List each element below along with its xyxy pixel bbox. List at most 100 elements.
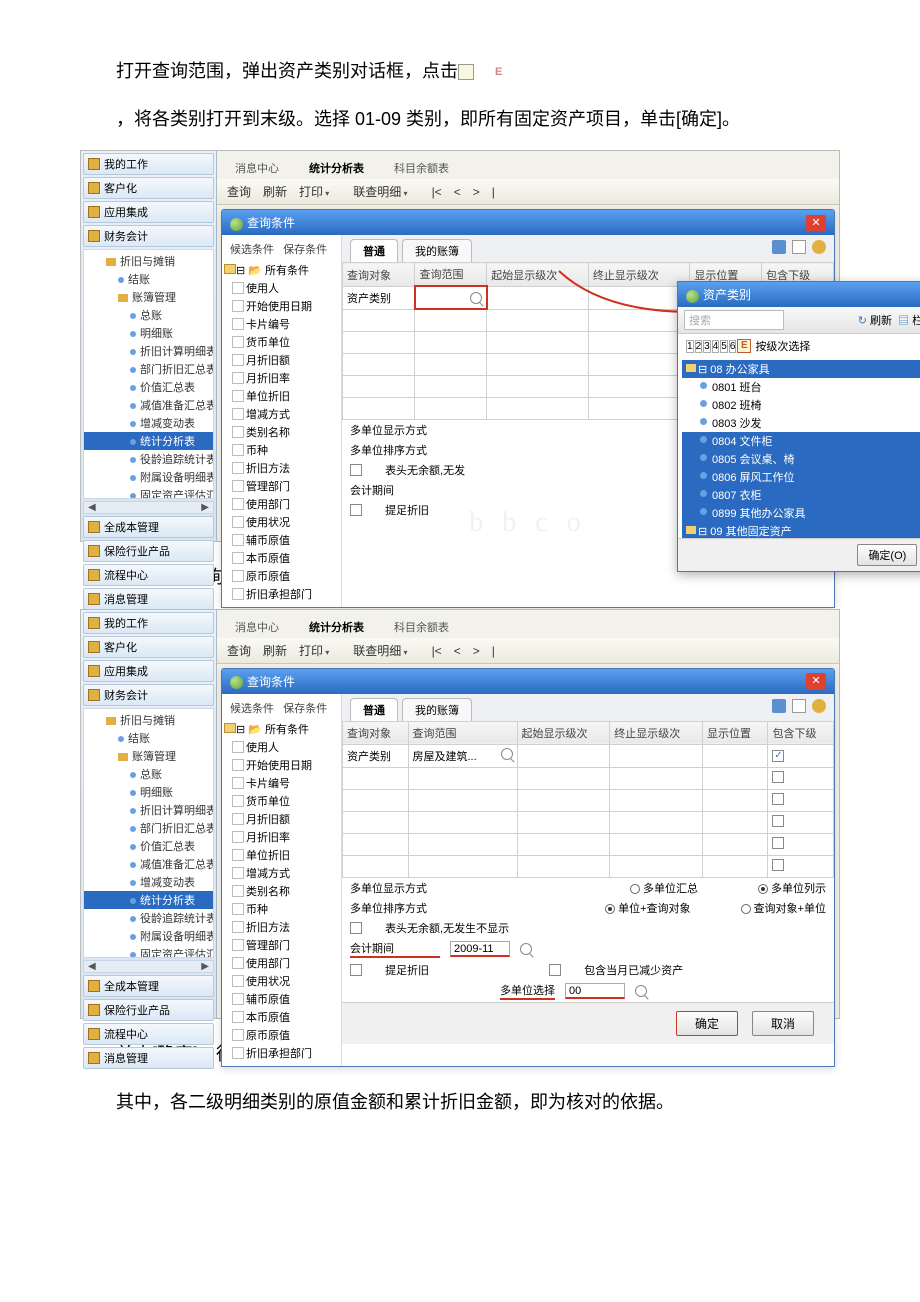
nav-item[interactable]: 增减变动表 [84,414,213,432]
main-tab[interactable]: 科目余额表 [386,157,457,179]
nav-item[interactable]: 减值准备汇总表 [84,396,213,414]
close-icon[interactable]: ✕ [806,215,826,231]
cond-item[interactable]: 类别名称 [224,423,339,441]
cat-tree-item[interactable]: 0806 屏风工作位 [682,468,920,486]
toolbar-item[interactable]: > [473,644,480,658]
nav-item[interactable]: 明细账 [84,783,213,801]
level-selector[interactable]: 123456 E 按级次选择 [678,334,920,358]
main-toolbar[interactable]: 查询刷新打印 ▾联查明细 ▾|<<>| [217,638,839,664]
cond-item[interactable]: 开始使用日期 [224,297,339,315]
toolbar-item[interactable]: 查询 [227,644,251,658]
cat-tree-item[interactable]: 0802 班椅 [682,396,920,414]
rail-section[interactable]: 保险行业产品 [83,999,214,1021]
rail-section[interactable]: 应用集成 [83,660,214,682]
cond-item[interactable]: 增减方式 [224,864,339,882]
nav-tree[interactable]: 折旧与摊销结账账簿管理总账明细账折旧计算明细表部门折旧汇总表价值汇总表减值准备汇… [83,708,214,958]
cond-item[interactable]: 使用状况 [224,972,339,990]
new-icon[interactable] [792,699,806,713]
level-num-button[interactable]: 4 [712,340,720,353]
refresh-button[interactable]: 刷新 [870,315,892,327]
nav-item[interactable]: 役龄追踪统计表 [84,450,213,468]
deprec-checkbox[interactable] [350,964,362,976]
rail-section[interactable]: 全成本管理 [83,975,214,997]
multi-unit-input[interactable]: 00 [565,983,625,999]
toolbar-item[interactable]: 打印 ▾ [299,185,341,199]
cond-item[interactable]: 月折旧率 [224,369,339,387]
toolbar-item[interactable]: | [492,185,495,199]
sub-tab[interactable]: 我的账簿 [402,698,472,721]
sub-tab[interactable]: 我的账簿 [402,239,472,262]
ok-button[interactable]: 确定 [676,1011,738,1036]
rail-section[interactable]: 全成本管理 [83,516,214,538]
row-chk[interactable] [772,815,784,827]
cond-item[interactable]: 管理部门 [224,936,339,954]
main-tab[interactable]: 科目余额表 [386,616,457,638]
nav-item[interactable]: 账簿管理 [84,747,213,765]
nav-item[interactable]: 价值汇总表 [84,837,213,855]
row-asset-category-range[interactable] [415,286,487,309]
cond-item[interactable]: 使用部门 [224,954,339,972]
nav-item[interactable]: 固定资产评估汇... [84,945,213,958]
cond-item[interactable]: 使用状况 [224,513,339,531]
cond-item[interactable]: 折旧方法 [224,459,339,477]
radio-sum[interactable] [630,884,640,894]
main-tab[interactable]: 消息中心 [227,157,287,179]
nav-item[interactable]: 总账 [84,306,213,324]
level-num-button[interactable]: 5 [720,340,728,353]
user-icon[interactable] [812,699,826,713]
rail-section[interactable]: 流程中心 [83,564,214,586]
toolbar-item[interactable]: |< [432,185,442,199]
cat-tree-item[interactable]: 0807 衣柜 [682,486,920,504]
toolbar-item[interactable]: 刷新 [263,185,287,199]
cond-item[interactable]: 增减方式 [224,405,339,423]
nav-scroll[interactable]: ◀▶ [83,501,214,514]
cat-tree-item[interactable]: 0804 文件柜 [682,432,920,450]
level-num-button[interactable]: 3 [703,340,711,353]
cond-item[interactable]: 开始使用日期 [224,756,339,774]
nav-item[interactable]: 部门折旧汇总表 [84,360,213,378]
period-input[interactable]: 2009-11 [450,941,510,957]
close-icon[interactable]: ✕ [806,673,826,689]
no-balance-checkbox[interactable] [350,922,362,934]
cond-item[interactable]: 单位折旧 [224,846,339,864]
cat-tree-item[interactable]: 0803 沙发 [682,414,920,432]
toolbar-item[interactable]: | [492,644,495,658]
save-icon[interactable] [772,699,786,713]
nav-item[interactable]: 部门折旧汇总表 [84,819,213,837]
lookup-icon[interactable] [635,985,647,997]
nav-item[interactable]: 折旧计算明细表 [84,342,213,360]
toolbar-item[interactable]: > [473,185,480,199]
lookup-icon[interactable] [520,943,532,955]
deprec-checkbox[interactable] [350,504,362,516]
nav-item[interactable]: 总账 [84,765,213,783]
nav-item[interactable]: 结账 [84,270,213,288]
rail-section[interactable]: 应用集成 [83,201,214,223]
user-icon[interactable] [812,240,826,254]
columns-button[interactable]: 栏目 [912,315,920,327]
cond-item[interactable]: 辅币原值 [224,990,339,1008]
sub-tabs[interactable]: 普通我的账簿 [342,694,834,721]
cond-item[interactable]: 月折旧额 [224,351,339,369]
search-input[interactable]: 搜索 [684,310,784,330]
cond-item[interactable]: 管理部门 [224,477,339,495]
sub-tab[interactable]: 普通 [350,698,398,721]
toolbar-item[interactable]: |< [432,644,442,658]
radio-unit-obj[interactable] [605,904,615,914]
rail-section[interactable]: 我的工作 [83,153,214,175]
cond-item[interactable]: 使用人 [224,738,339,756]
cond-item[interactable]: 辅币原值 [224,531,339,549]
nav-item[interactable]: 附属设备明细表 [84,468,213,486]
radio-list[interactable] [758,884,768,894]
cat-tree-item[interactable]: ⊟ 09 其他固定资产 [682,522,920,538]
ok-button[interactable]: 确定(O) [857,544,917,566]
toolbar-item[interactable]: 联查明细 ▾ [353,185,419,199]
cond-item[interactable]: 本币原值 [224,549,339,567]
lookup-icon[interactable] [470,292,482,304]
cond-item[interactable]: 本币原值 [224,1008,339,1026]
cancel-button[interactable]: 取消 [752,1011,814,1036]
main-tab[interactable]: 消息中心 [227,616,287,638]
nav-item[interactable]: 役龄追踪统计表 [84,909,213,927]
main-toolbar[interactable]: 查询刷新打印 ▾联查明细 ▾|<<>| [217,179,839,205]
sub-tabs[interactable]: 普通我的账簿 [342,235,834,262]
radio-obj-unit[interactable] [741,904,751,914]
